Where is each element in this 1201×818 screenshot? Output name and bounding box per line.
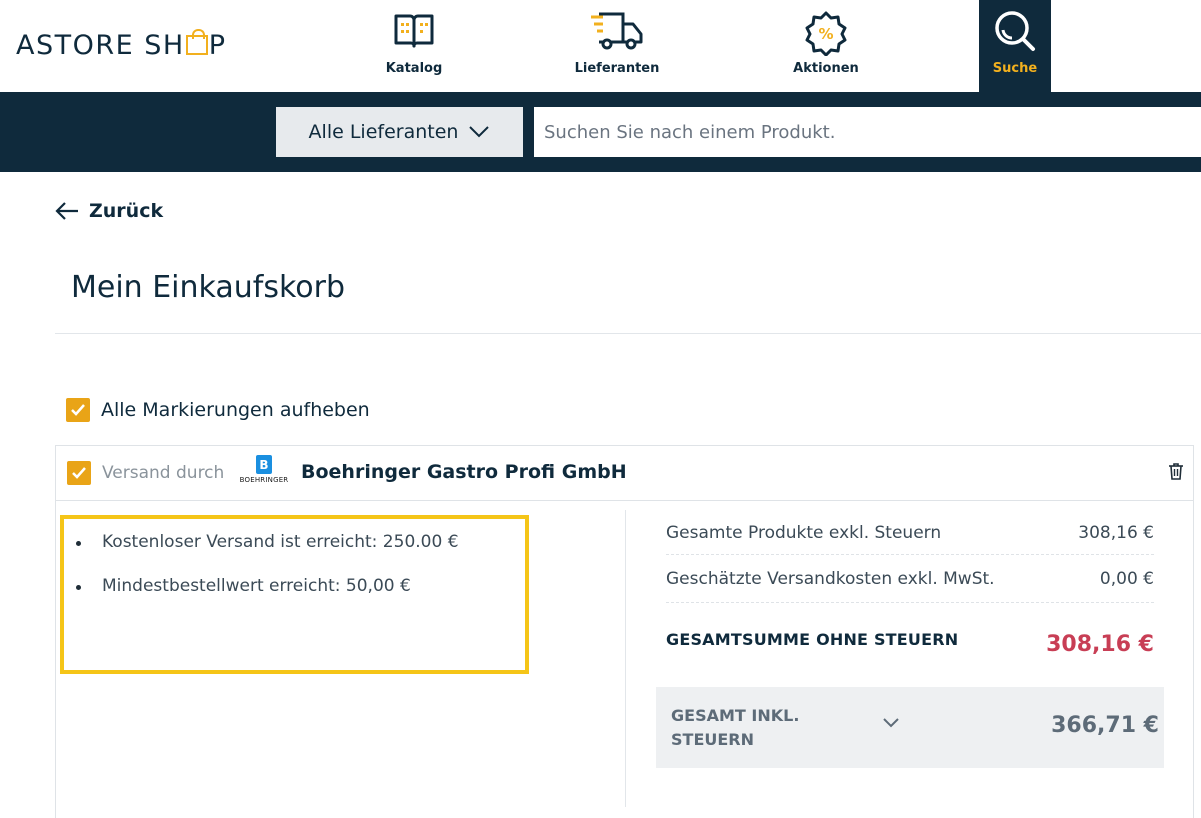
shipping-info-list: Kostenloser Versand ist erreicht: 250.00… — [64, 532, 525, 620]
select-all-label: Alle Markierungen aufheben — [101, 399, 370, 421]
supplier-logo-text: BOEHRINGER — [239, 476, 289, 484]
page-title: Mein Einkaufskorb — [71, 270, 345, 305]
gross-total-value: 366,71 € — [1051, 713, 1159, 738]
net-total-label: GESAMTSUMME OHNE STEUERN — [666, 630, 959, 649]
supplier-checkbox[interactable] — [67, 461, 91, 485]
chevron-down-icon — [469, 126, 490, 138]
astore-shop-logo[interactable]: ASTORE SH P — [16, 28, 227, 61]
shipping-cost-label: Geschätzte Versandkosten exkl. MwSt. — [666, 569, 995, 589]
top-header: ASTORE SH P Katalog Lieferanten % Aktion… — [0, 0, 1201, 92]
book-icon — [394, 14, 434, 48]
nav-aktionen-label: Aktionen — [793, 61, 859, 76]
discount-badge-icon: % — [805, 11, 847, 56]
product-search-input[interactable] — [534, 107, 1201, 157]
shipping-cost-row: Geschätzte Versandkosten exkl. MwSt. 0,0… — [666, 569, 1154, 603]
title-divider — [55, 333, 1201, 334]
supplier-name: Boehringer Gastro Profi GmbH — [301, 461, 627, 483]
gross-total-label: GESAMT INKL. STEUERN — [671, 706, 800, 749]
shipping-info-box: Kostenloser Versand ist erreicht: 250.00… — [60, 515, 529, 674]
supplier-cart-card: Versand durch B BOEHRINGER Boehringer Ga… — [55, 445, 1194, 818]
shopping-bag-icon — [185, 28, 208, 55]
back-label: Zurück — [89, 200, 164, 222]
nav-aktionen[interactable]: % Aktionen — [786, 0, 866, 92]
select-all-checkbox[interactable] — [66, 398, 90, 422]
select-all-toggle[interactable]: Alle Markierungen aufheben — [66, 398, 370, 422]
nav-lieferanten[interactable]: Lieferanten — [572, 0, 662, 92]
trash-icon[interactable] — [1168, 462, 1184, 484]
supplier-logo-mark: B — [256, 455, 272, 474]
logo-text: ASTORE SH — [16, 30, 185, 61]
logo-text-end: P — [208, 30, 227, 61]
shipping-by-label: Versand durch — [102, 463, 225, 483]
column-divider — [625, 510, 626, 807]
shipping-cost-value: 0,00 € — [1099, 569, 1154, 589]
arrow-left-icon — [55, 202, 78, 220]
truck-icon — [591, 12, 643, 50]
supplier-card-header: Versand durch B BOEHRINGER Boehringer Ga… — [56, 446, 1193, 501]
list-item: Kostenloser Versand ist erreicht: 250.00… — [64, 532, 525, 576]
products-total-value: 308,16 € — [1078, 523, 1154, 543]
list-item: Mindestbestellwert erreicht: 50,00 € — [64, 576, 525, 620]
check-icon — [72, 467, 86, 479]
supplier-filter-dropdown[interactable]: Alle Lieferanten — [276, 107, 523, 157]
nav-lieferanten-label: Lieferanten — [574, 61, 660, 76]
chevron-down-icon — [883, 718, 899, 728]
search-icon — [995, 11, 1035, 51]
nav-suche-label: Suche — [992, 61, 1038, 76]
gross-total-toggle[interactable]: GESAMT INKL. STEUERN 366,71 € — [656, 687, 1164, 768]
net-total-value: 308,16 € — [1046, 632, 1154, 657]
check-icon — [71, 404, 85, 416]
products-total-label: Gesamte Produkte exkl. Steuern — [666, 523, 942, 543]
nav-suche[interactable]: Suche — [979, 0, 1051, 92]
back-link[interactable]: Zurück — [55, 200, 163, 222]
nav-katalog[interactable]: Katalog — [374, 0, 454, 92]
search-bar: Alle Lieferanten — [0, 92, 1201, 172]
svg-text:%: % — [818, 25, 833, 43]
supplier-filter-label: Alle Lieferanten — [308, 121, 459, 143]
nav-katalog-label: Katalog — [385, 61, 443, 76]
products-total-row: Gesamte Produkte exkl. Steuern 308,16 € — [666, 523, 1154, 555]
supplier-logo: B BOEHRINGER — [240, 455, 288, 491]
